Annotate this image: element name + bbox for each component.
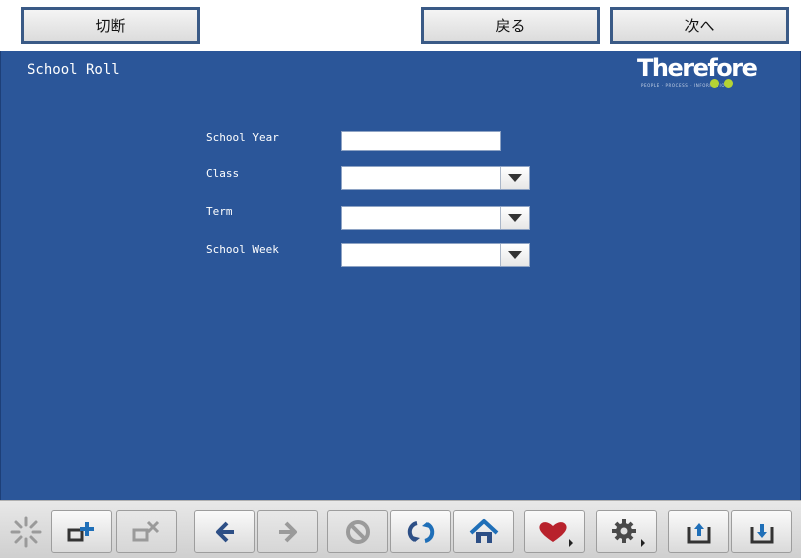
term-select-value [342,207,500,229]
top-bar: 切断 戻る 次へ [0,0,801,51]
scroll-down-button[interactable] [731,510,792,553]
chevron-down-icon [508,251,522,259]
class-dropdown-button[interactable] [500,167,529,189]
school-week-select[interactable] [341,243,530,267]
refresh-icon [407,520,434,543]
home-icon [469,518,498,543]
scroll-up-button[interactable] [668,510,729,553]
settings-button[interactable] [596,510,657,553]
term-label: Term [206,205,233,218]
gear-icon [611,518,645,547]
logo-dot [724,79,733,88]
add-window-button[interactable] [51,510,112,553]
school-week-dropdown-button[interactable] [500,244,529,266]
stop-icon [345,519,370,544]
favorites-button[interactable] [524,510,585,553]
browser-forward-button[interactable] [257,510,318,553]
term-select[interactable] [341,206,530,230]
chevron-down-icon [508,214,522,222]
main-panel: School Roll Therefore PEOPLE · PROCESS ·… [0,51,801,500]
term-dropdown-button[interactable] [500,207,529,229]
scroll-down-icon [750,523,773,543]
arrow-forward-icon [278,521,297,542]
class-select[interactable] [341,166,530,190]
school-week-select-value [342,244,500,266]
school-year-input[interactable] [341,131,501,151]
disconnect-button[interactable]: 切断 [21,7,200,44]
close-window-button[interactable] [116,510,177,553]
home-button[interactable] [453,510,514,553]
class-label: Class [206,167,240,180]
heart-icon [538,521,573,547]
logo-dot [710,79,719,88]
school-week-label: School Week [206,243,279,256]
scroll-up-icon [687,522,710,543]
back-button[interactable]: 戻る [421,7,600,44]
next-button[interactable]: 次へ [610,7,789,44]
chevron-down-icon [508,174,522,182]
add-window-icon [67,521,94,541]
close-window-icon [132,520,159,541]
stop-button[interactable] [327,510,388,553]
therefore-logo: Therefore PEOPLE · PROCESS · INFORMATION [637,54,758,88]
logo-wordmark: Therefore [637,54,758,82]
browser-back-button[interactable] [194,510,255,553]
class-select-value [342,167,500,189]
page-title: School Roll [27,62,120,78]
school-year-label: School Year [206,131,279,144]
refresh-button[interactable] [390,510,451,553]
loading-spinner-icon [10,516,42,548]
arrow-back-icon [215,521,234,542]
bottom-toolbar [0,500,801,558]
